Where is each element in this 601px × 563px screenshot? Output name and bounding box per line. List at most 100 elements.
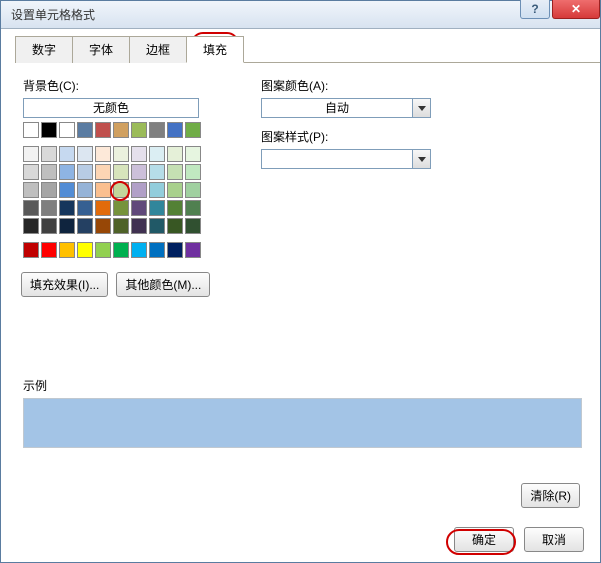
color-swatch[interactable]: [23, 122, 39, 138]
color-swatch[interactable]: [149, 242, 165, 258]
color-swatch[interactable]: [77, 164, 93, 180]
color-swatch[interactable]: [23, 242, 39, 258]
chevron-down-icon[interactable]: [412, 150, 430, 168]
more-colors-button[interactable]: 其他颜色(M)...: [116, 272, 210, 297]
color-swatch[interactable]: [131, 242, 147, 258]
tab-font[interactable]: 字体: [72, 36, 130, 63]
dialog-footer: 确定 取消: [454, 527, 584, 552]
color-swatch[interactable]: [185, 242, 201, 258]
pattern-color-label: 图案颜色(A):: [261, 77, 431, 94]
color-swatch[interactable]: [77, 200, 93, 216]
color-swatch[interactable]: [59, 218, 75, 234]
color-swatch[interactable]: [59, 200, 75, 216]
color-swatch[interactable]: [59, 146, 75, 162]
color-swatch[interactable]: [167, 218, 183, 234]
color-swatch[interactable]: [185, 218, 201, 234]
color-swatch[interactable]: [95, 200, 111, 216]
color-swatch[interactable]: [185, 200, 201, 216]
color-swatch[interactable]: [59, 164, 75, 180]
ok-button[interactable]: 确定: [454, 527, 514, 552]
color-swatch[interactable]: [77, 146, 93, 162]
color-swatch[interactable]: [77, 122, 93, 138]
color-swatch[interactable]: [113, 182, 129, 198]
example-section: 示例: [23, 377, 582, 448]
color-swatch[interactable]: [23, 146, 39, 162]
color-swatch[interactable]: [113, 146, 129, 162]
color-swatch[interactable]: [131, 218, 147, 234]
color-swatch[interactable]: [77, 218, 93, 234]
color-swatch[interactable]: [41, 164, 57, 180]
color-swatch[interactable]: [23, 164, 39, 180]
color-swatch[interactable]: [23, 182, 39, 198]
color-swatch[interactable]: [95, 182, 111, 198]
color-grid-theme-shades: [23, 146, 201, 234]
color-swatch[interactable]: [41, 242, 57, 258]
color-swatch[interactable]: [131, 182, 147, 198]
tab-fill[interactable]: 填充: [186, 36, 244, 63]
example-label: 示例: [23, 377, 582, 394]
example-swatch: [23, 398, 582, 448]
tab-strip: 数字 字体 边框 填充: [15, 35, 600, 63]
tab-numbers[interactable]: 数字: [15, 36, 73, 63]
color-swatch[interactable]: [149, 122, 165, 138]
color-swatch[interactable]: [131, 146, 147, 162]
color-swatch[interactable]: [185, 146, 201, 162]
color-swatch[interactable]: [77, 182, 93, 198]
color-swatch[interactable]: [185, 182, 201, 198]
fill-effects-button[interactable]: 填充效果(I)...: [21, 272, 108, 297]
tab-border[interactable]: 边框: [129, 36, 187, 63]
color-swatch[interactable]: [167, 146, 183, 162]
cancel-button[interactable]: 取消: [524, 527, 584, 552]
color-swatch[interactable]: [167, 182, 183, 198]
color-swatch[interactable]: [41, 200, 57, 216]
color-swatch[interactable]: [185, 164, 201, 180]
color-swatch[interactable]: [113, 122, 129, 138]
color-swatch[interactable]: [77, 242, 93, 258]
color-swatch[interactable]: [95, 242, 111, 258]
color-swatch[interactable]: [113, 218, 129, 234]
color-swatch[interactable]: [167, 200, 183, 216]
color-swatch[interactable]: [149, 182, 165, 198]
color-swatch[interactable]: [131, 164, 147, 180]
pattern-style-label: 图案样式(P):: [261, 128, 431, 145]
color-swatch[interactable]: [95, 122, 111, 138]
color-swatch[interactable]: [95, 218, 111, 234]
color-swatch[interactable]: [59, 122, 75, 138]
color-swatch[interactable]: [41, 182, 57, 198]
color-swatch[interactable]: [113, 200, 129, 216]
color-swatch[interactable]: [23, 200, 39, 216]
no-color-button[interactable]: 无颜色: [23, 98, 199, 118]
color-swatch[interactable]: [149, 218, 165, 234]
color-swatch[interactable]: [185, 122, 201, 138]
clear-button[interactable]: 清除(R): [521, 483, 580, 508]
color-swatch[interactable]: [41, 218, 57, 234]
color-swatch[interactable]: [149, 164, 165, 180]
color-swatch[interactable]: [95, 146, 111, 162]
color-swatch[interactable]: [41, 146, 57, 162]
color-swatch[interactable]: [131, 200, 147, 216]
color-swatch[interactable]: [59, 182, 75, 198]
close-button[interactable]: ✕: [552, 0, 600, 19]
color-swatch[interactable]: [113, 242, 129, 258]
pattern-color-combo[interactable]: 自动: [261, 98, 431, 118]
titlebar-buttons: ? ✕: [520, 0, 600, 19]
color-swatch[interactable]: [131, 122, 147, 138]
chevron-down-icon[interactable]: [412, 99, 430, 117]
background-color-panel: 背景色(C): 无颜色: [23, 77, 201, 258]
color-swatch[interactable]: [95, 164, 111, 180]
titlebar: 设置单元格格式 ? ✕: [1, 1, 600, 29]
color-swatch[interactable]: [23, 218, 39, 234]
color-grid-standard: [23, 242, 201, 258]
pattern-style-combo[interactable]: [261, 149, 431, 169]
color-swatch[interactable]: [113, 164, 129, 180]
color-swatch[interactable]: [149, 200, 165, 216]
fill-buttons-row: 填充效果(I)... 其他颜色(M)...: [21, 272, 600, 297]
clear-row: 清除(R): [521, 483, 580, 508]
color-swatch[interactable]: [149, 146, 165, 162]
help-button[interactable]: ?: [520, 0, 550, 19]
color-swatch[interactable]: [41, 122, 57, 138]
color-swatch[interactable]: [167, 242, 183, 258]
color-swatch[interactable]: [167, 164, 183, 180]
color-swatch[interactable]: [59, 242, 75, 258]
color-swatch[interactable]: [167, 122, 183, 138]
